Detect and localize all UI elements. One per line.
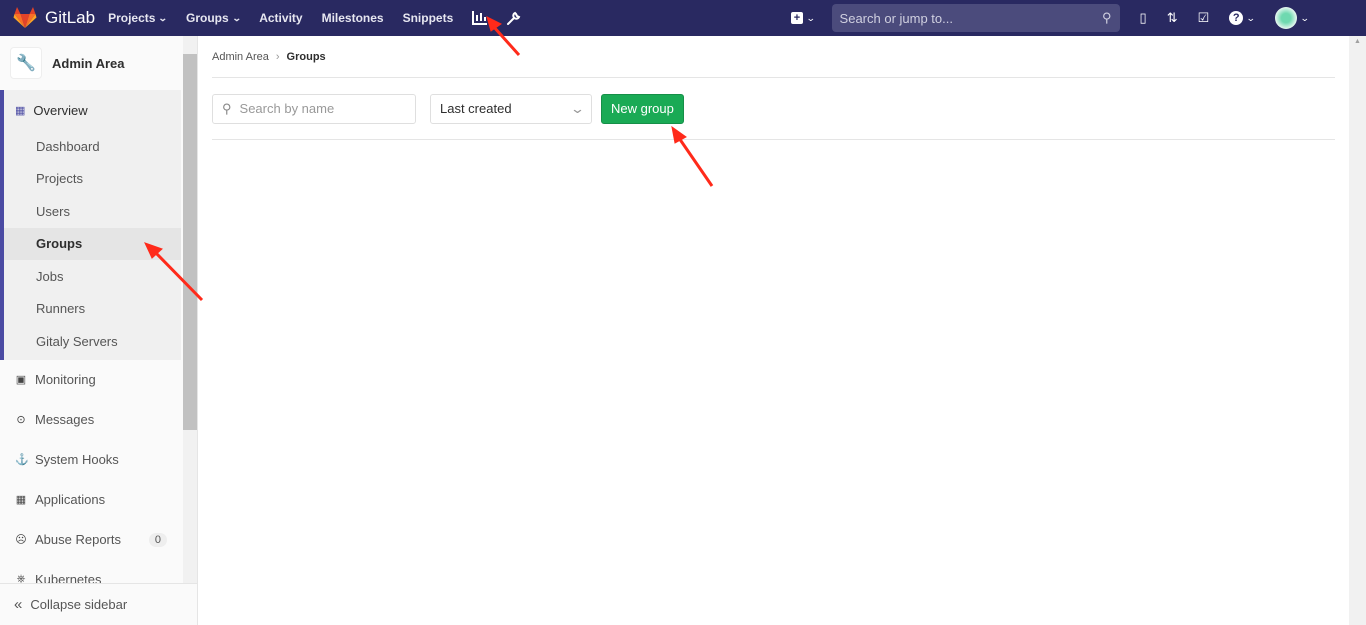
avatar <box>1274 7 1297 29</box>
new-dropdown-button[interactable]: + ⌄ <box>791 12 816 24</box>
search-placeholder: Search by name <box>239 101 335 116</box>
sidebar-item-label: Monitoring <box>35 372 96 387</box>
scroll-up-icon: ▲ <box>1354 38 1361 45</box>
chevron-down-icon: ⌄ <box>805 12 816 23</box>
sidebar-item-label: Overview <box>33 102 88 118</box>
chevron-down-icon: ⌄ <box>1299 12 1310 23</box>
sidebar: 🔧 Admin Area ▦ Overview Dashboard Projects… <box>0 36 198 625</box>
page-scrollbar[interactable]: ▲ <box>1349 36 1366 625</box>
sidebar-item-groups[interactable]: Groups <box>4 227 181 260</box>
sidebar-item-monitoring[interactable]: ▣ Monitoring <box>0 360 181 400</box>
nav-label: Groups <box>186 11 229 25</box>
sidebar-header[interactable]: 🔧 Admin Area <box>0 36 181 90</box>
sidebar-item-gitaly-servers[interactable]: Gitaly Servers <box>4 325 181 358</box>
sidebar-item-messages[interactable]: ⊙ Messages <box>0 400 181 440</box>
breadcrumb: Admin Area › Groups <box>212 36 1335 78</box>
chevron-down-icon: ⌄ <box>569 100 586 116</box>
gitlab-logo[interactable]: GitLab <box>13 7 95 29</box>
sort-value: Last created <box>440 101 512 116</box>
broadcast-icon: ⊙ <box>16 414 26 426</box>
frown-icon: ☹ <box>15 534 27 546</box>
sidebar-item-label: Applications <box>35 492 106 507</box>
chevron-down-icon: ⌄ <box>231 12 242 23</box>
chevron-right-icon: › <box>275 50 280 63</box>
sidebar-item-projects[interactable]: Projects <box>4 163 181 196</box>
chevron-down-icon: ⌄ <box>158 12 169 23</box>
filter-bar: ⚲ Search by name Last created ⌄ New group <box>212 78 1335 140</box>
collapse-label: Collapse sidebar <box>30 597 128 612</box>
monitor-icon: ▣ <box>15 374 27 386</box>
sidebar-item-overview[interactable]: ▦ Overview <box>4 90 181 130</box>
help-icon: ? <box>1229 11 1244 25</box>
grid-icon: ▦ <box>15 104 26 117</box>
breadcrumb-groups[interactable]: Groups <box>287 51 326 63</box>
hook-icon: ⚓ <box>15 454 29 466</box>
search-input[interactable]: ⚲ Search by name <box>212 93 416 124</box>
nav-activity[interactable]: Activity <box>259 11 302 25</box>
search-icon: ⚲ <box>1102 10 1112 25</box>
chart-icon[interactable] <box>472 11 488 25</box>
tanuki-icon <box>13 7 37 28</box>
sidebar-title: Admin Area <box>52 55 125 71</box>
search-icon: ⚲ <box>222 100 232 116</box>
sort-dropdown[interactable]: Last created ⌄ <box>430 93 592 124</box>
main-content: Admin Area › Groups ⚲ Search by name Last… <box>212 36 1335 140</box>
sidebar-item-jobs[interactable]: Jobs <box>4 260 181 293</box>
sidebar-item-label: System Hooks <box>35 452 119 467</box>
issues-icon[interactable]: ▯ <box>1140 10 1147 26</box>
sidebar-scrollbar-thumb[interactable] <box>183 54 197 430</box>
chevron-down-icon: ⌄ <box>1246 12 1256 23</box>
sidebar-item-dashboard[interactable]: Dashboard <box>4 130 181 163</box>
wrench-icon: 🔧 <box>10 47 42 79</box>
nav-projects[interactable]: Projects ⌄ <box>108 11 169 25</box>
collapse-sidebar-button[interactable]: « Collapse sidebar <box>0 583 197 625</box>
new-group-button[interactable]: New group <box>601 93 684 124</box>
search-placeholder: Search or jump to... <box>839 10 953 26</box>
global-search-input[interactable]: Search or jump to... ⚲ <box>831 4 1120 32</box>
double-chevron-left-icon: « <box>14 596 23 613</box>
sidebar-item-label: Messages <box>35 412 95 427</box>
user-menu[interactable]: ⌄ <box>1274 7 1310 29</box>
merge-request-icon[interactable]: ⇅ <box>1167 10 1178 26</box>
sidebar-section-overview: ▦ Overview Dashboard Projects Users Group… <box>0 90 181 360</box>
breadcrumb-admin-area[interactable]: Admin Area <box>212 51 269 63</box>
annotation-arrow <box>677 137 714 187</box>
todo-icon[interactable]: ☑ <box>1198 10 1210 26</box>
wrench-icon[interactable] <box>506 11 521 26</box>
sidebar-item-applications[interactable]: ▦ Applications <box>0 480 181 520</box>
grid-icon: ▦ <box>15 494 27 506</box>
nav-milestones[interactable]: Milestones <box>322 11 384 25</box>
sidebar-item-abuse-reports[interactable]: ☹ Abuse Reports 0 <box>0 520 181 560</box>
sidebar-item-runners[interactable]: Runners <box>4 293 181 326</box>
top-navbar: GitLab Projects ⌄ Groups ⌄ Activity Milest… <box>0 0 1366 36</box>
help-button[interactable]: ? ⌄ <box>1229 11 1256 25</box>
nav-label: Projects <box>108 11 156 25</box>
sidebar-item-label: Abuse Reports <box>35 532 121 547</box>
nav-snippets[interactable]: Snippets <box>403 11 454 25</box>
sidebar-item-system-hooks[interactable]: ⚓ System Hooks <box>0 440 181 480</box>
nav-groups[interactable]: Groups ⌄ <box>186 11 242 25</box>
sidebar-item-users[interactable]: Users <box>4 195 181 228</box>
count-badge: 0 <box>148 532 167 547</box>
plus-square-icon: + <box>791 12 803 24</box>
brand-name: GitLab <box>45 8 96 27</box>
